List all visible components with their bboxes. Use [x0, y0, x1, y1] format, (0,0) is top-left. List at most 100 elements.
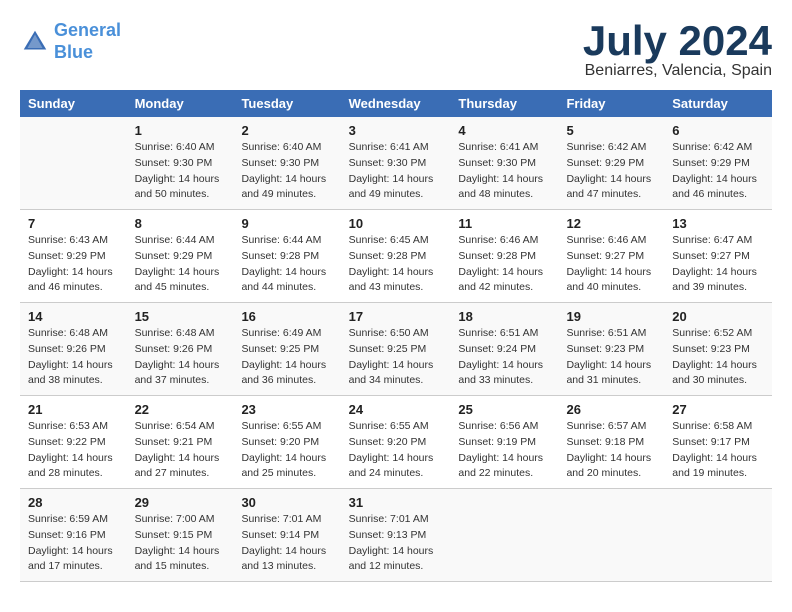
day-info: Sunrise: 6:46 AMSunset: 9:28 PMDaylight:…	[458, 233, 550, 296]
title-block: July 2024 Beniarres, Valencia, Spain	[583, 20, 772, 80]
day-info: Sunrise: 6:59 AMSunset: 9:16 PMDaylight:…	[28, 512, 119, 575]
calendar-cell	[450, 489, 558, 582]
col-tuesday: Tuesday	[233, 90, 340, 117]
day-number: 13	[672, 216, 764, 231]
week-row-1: 7 Sunrise: 6:43 AMSunset: 9:29 PMDayligh…	[20, 210, 772, 303]
day-number: 21	[28, 402, 119, 417]
calendar-cell: 11 Sunrise: 6:46 AMSunset: 9:28 PMDaylig…	[450, 210, 558, 303]
day-info: Sunrise: 7:01 AMSunset: 9:14 PMDaylight:…	[241, 512, 332, 575]
day-number: 3	[349, 123, 443, 138]
col-wednesday: Wednesday	[341, 90, 451, 117]
day-number: 20	[672, 309, 764, 324]
col-friday: Friday	[558, 90, 664, 117]
week-row-3: 21 Sunrise: 6:53 AMSunset: 9:22 PMDaylig…	[20, 396, 772, 489]
day-info: Sunrise: 6:58 AMSunset: 9:17 PMDaylight:…	[672, 419, 764, 482]
day-info: Sunrise: 7:00 AMSunset: 9:15 PMDaylight:…	[135, 512, 226, 575]
logo-line1: General	[54, 20, 121, 40]
calendar-cell: 5 Sunrise: 6:42 AMSunset: 9:29 PMDayligh…	[558, 117, 664, 210]
calendar-cell: 2 Sunrise: 6:40 AMSunset: 9:30 PMDayligh…	[233, 117, 340, 210]
day-info: Sunrise: 6:42 AMSunset: 9:29 PMDaylight:…	[672, 140, 764, 203]
calendar-cell: 15 Sunrise: 6:48 AMSunset: 9:26 PMDaylig…	[127, 303, 234, 396]
day-number: 14	[28, 309, 119, 324]
calendar-cell: 13 Sunrise: 6:47 AMSunset: 9:27 PMDaylig…	[664, 210, 772, 303]
calendar-cell: 23 Sunrise: 6:55 AMSunset: 9:20 PMDaylig…	[233, 396, 340, 489]
day-info: Sunrise: 6:51 AMSunset: 9:24 PMDaylight:…	[458, 326, 550, 389]
week-row-4: 28 Sunrise: 6:59 AMSunset: 9:16 PMDaylig…	[20, 489, 772, 582]
calendar-cell: 24 Sunrise: 6:55 AMSunset: 9:20 PMDaylig…	[341, 396, 451, 489]
day-info: Sunrise: 6:49 AMSunset: 9:25 PMDaylight:…	[241, 326, 332, 389]
calendar-header: Sunday Monday Tuesday Wednesday Thursday…	[20, 90, 772, 117]
calendar-cell: 19 Sunrise: 6:51 AMSunset: 9:23 PMDaylig…	[558, 303, 664, 396]
calendar-cell: 30 Sunrise: 7:01 AMSunset: 9:14 PMDaylig…	[233, 489, 340, 582]
day-number: 27	[672, 402, 764, 417]
calendar-cell: 27 Sunrise: 6:58 AMSunset: 9:17 PMDaylig…	[664, 396, 772, 489]
day-info: Sunrise: 6:40 AMSunset: 9:30 PMDaylight:…	[241, 140, 332, 203]
calendar-cell: 6 Sunrise: 6:42 AMSunset: 9:29 PMDayligh…	[664, 117, 772, 210]
day-info: Sunrise: 6:41 AMSunset: 9:30 PMDaylight:…	[349, 140, 443, 203]
day-info: Sunrise: 6:47 AMSunset: 9:27 PMDaylight:…	[672, 233, 764, 296]
day-number: 31	[349, 495, 443, 510]
page-header: General Blue July 2024 Beniarres, Valenc…	[20, 20, 772, 80]
calendar-cell	[558, 489, 664, 582]
col-saturday: Saturday	[664, 90, 772, 117]
day-info: Sunrise: 6:40 AMSunset: 9:30 PMDaylight:…	[135, 140, 226, 203]
day-info: Sunrise: 6:55 AMSunset: 9:20 PMDaylight:…	[241, 419, 332, 482]
day-info: Sunrise: 7:01 AMSunset: 9:13 PMDaylight:…	[349, 512, 443, 575]
calendar-location: Beniarres, Valencia, Spain	[583, 62, 772, 80]
header-row: Sunday Monday Tuesday Wednesday Thursday…	[20, 90, 772, 117]
calendar-cell: 7 Sunrise: 6:43 AMSunset: 9:29 PMDayligh…	[20, 210, 127, 303]
day-number: 22	[135, 402, 226, 417]
day-number: 2	[241, 123, 332, 138]
day-info: Sunrise: 6:50 AMSunset: 9:25 PMDaylight:…	[349, 326, 443, 389]
day-info: Sunrise: 6:43 AMSunset: 9:29 PMDaylight:…	[28, 233, 119, 296]
col-thursday: Thursday	[450, 90, 558, 117]
day-info: Sunrise: 6:46 AMSunset: 9:27 PMDaylight:…	[566, 233, 656, 296]
day-info: Sunrise: 6:53 AMSunset: 9:22 PMDaylight:…	[28, 419, 119, 482]
day-info: Sunrise: 6:51 AMSunset: 9:23 PMDaylight:…	[566, 326, 656, 389]
day-number: 16	[241, 309, 332, 324]
day-number: 26	[566, 402, 656, 417]
calendar-cell: 28 Sunrise: 6:59 AMSunset: 9:16 PMDaylig…	[20, 489, 127, 582]
day-number: 10	[349, 216, 443, 231]
calendar-cell: 25 Sunrise: 6:56 AMSunset: 9:19 PMDaylig…	[450, 396, 558, 489]
calendar-cell: 8 Sunrise: 6:44 AMSunset: 9:29 PMDayligh…	[127, 210, 234, 303]
calendar-cell: 17 Sunrise: 6:50 AMSunset: 9:25 PMDaylig…	[341, 303, 451, 396]
day-number: 30	[241, 495, 332, 510]
calendar-table: Sunday Monday Tuesday Wednesday Thursday…	[20, 90, 772, 582]
calendar-cell: 14 Sunrise: 6:48 AMSunset: 9:26 PMDaylig…	[20, 303, 127, 396]
calendar-cell: 9 Sunrise: 6:44 AMSunset: 9:28 PMDayligh…	[233, 210, 340, 303]
calendar-body: 1 Sunrise: 6:40 AMSunset: 9:30 PMDayligh…	[20, 117, 772, 582]
day-info: Sunrise: 6:48 AMSunset: 9:26 PMDaylight:…	[135, 326, 226, 389]
day-number: 8	[135, 216, 226, 231]
day-number: 12	[566, 216, 656, 231]
logo-text: General Blue	[54, 20, 121, 63]
day-info: Sunrise: 6:41 AMSunset: 9:30 PMDaylight:…	[458, 140, 550, 203]
day-info: Sunrise: 6:57 AMSunset: 9:18 PMDaylight:…	[566, 419, 656, 482]
calendar-cell: 1 Sunrise: 6:40 AMSunset: 9:30 PMDayligh…	[127, 117, 234, 210]
calendar-title: July 2024	[583, 20, 772, 62]
day-number: 1	[135, 123, 226, 138]
day-info: Sunrise: 6:42 AMSunset: 9:29 PMDaylight:…	[566, 140, 656, 203]
week-row-2: 14 Sunrise: 6:48 AMSunset: 9:26 PMDaylig…	[20, 303, 772, 396]
day-number: 11	[458, 216, 550, 231]
day-number: 29	[135, 495, 226, 510]
day-number: 19	[566, 309, 656, 324]
day-info: Sunrise: 6:55 AMSunset: 9:20 PMDaylight:…	[349, 419, 443, 482]
day-number: 18	[458, 309, 550, 324]
day-number: 4	[458, 123, 550, 138]
day-number: 17	[349, 309, 443, 324]
day-info: Sunrise: 6:44 AMSunset: 9:29 PMDaylight:…	[135, 233, 226, 296]
calendar-cell: 4 Sunrise: 6:41 AMSunset: 9:30 PMDayligh…	[450, 117, 558, 210]
logo-line2: Blue	[54, 42, 93, 62]
day-number: 28	[28, 495, 119, 510]
day-number: 25	[458, 402, 550, 417]
calendar-cell: 22 Sunrise: 6:54 AMSunset: 9:21 PMDaylig…	[127, 396, 234, 489]
day-info: Sunrise: 6:44 AMSunset: 9:28 PMDaylight:…	[241, 233, 332, 296]
day-number: 6	[672, 123, 764, 138]
calendar-cell: 26 Sunrise: 6:57 AMSunset: 9:18 PMDaylig…	[558, 396, 664, 489]
calendar-cell	[20, 117, 127, 210]
day-number: 5	[566, 123, 656, 138]
week-row-0: 1 Sunrise: 6:40 AMSunset: 9:30 PMDayligh…	[20, 117, 772, 210]
calendar-cell	[664, 489, 772, 582]
day-number: 15	[135, 309, 226, 324]
